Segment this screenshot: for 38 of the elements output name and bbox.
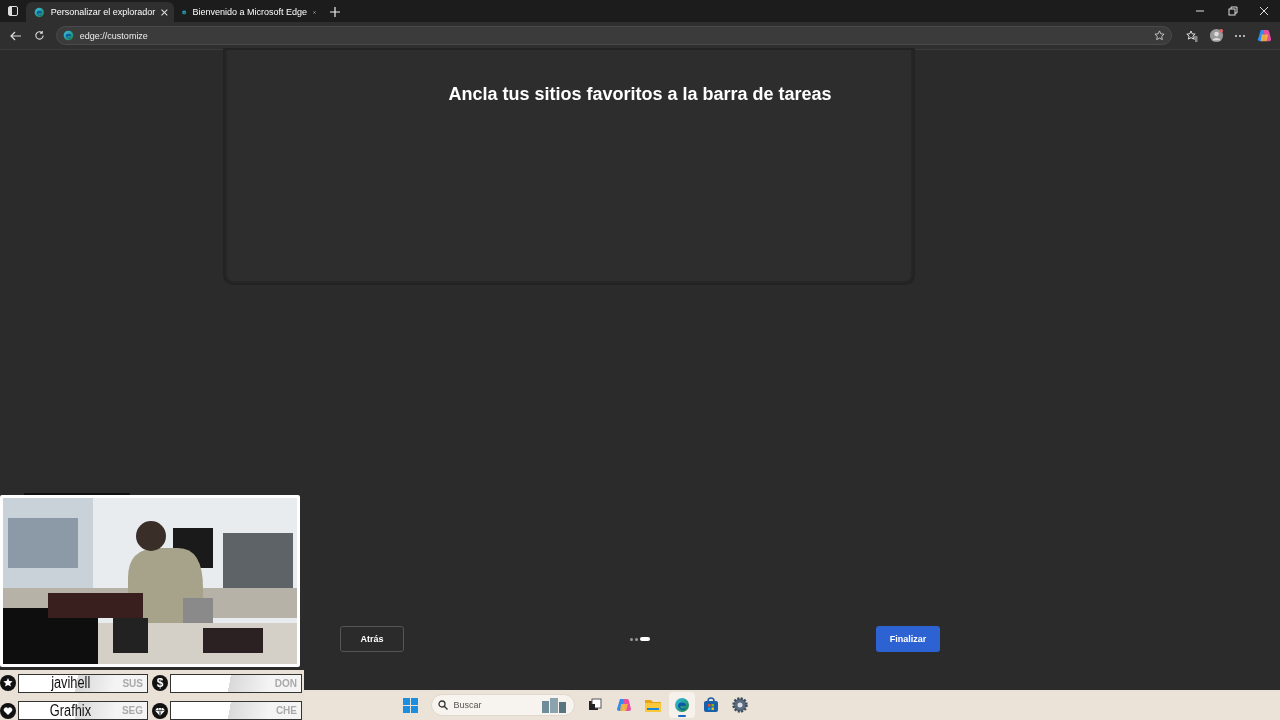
tab-actions-icon[interactable] <box>8 6 18 16</box>
more-options-icon[interactable] <box>1234 33 1247 38</box>
stat-label: SUS <box>122 677 143 689</box>
browser-tab[interactable]: Personalizar el explorador <box>26 2 174 22</box>
dollar-sign: $ <box>152 675 168 692</box>
viewer-name: Grafhix <box>49 701 92 719</box>
task-view-icon[interactable] <box>587 698 602 712</box>
edge-logo-icon <box>62 30 74 41</box>
new-tab-icon[interactable] <box>330 7 340 17</box>
folder-icon[interactable] <box>644 698 661 712</box>
profile-avatar-icon[interactable] <box>1208 28 1224 43</box>
windows-start-icon[interactable] <box>403 697 418 713</box>
page-heading: Ancla tus sitios favoritos a la barra de tareas <box>448 84 832 105</box>
favorites-icon[interactable] <box>1186 29 1199 42</box>
finish-button[interactable]: Finalizar <box>876 626 940 652</box>
star-outline-icon[interactable] <box>1154 30 1166 41</box>
settings-gear-icon[interactable] <box>731 697 748 713</box>
address-bar[interactable]: edge://customize <box>55 26 1173 45</box>
search-icon <box>437 700 448 710</box>
close-tab-icon[interactable] <box>161 8 168 16</box>
stat-label: DON <box>274 677 297 689</box>
back-arrow-icon[interactable] <box>9 30 22 41</box>
edge-logo-icon <box>34 6 45 18</box>
search-highlight-drawing <box>539 697 568 713</box>
refresh-icon[interactable] <box>34 30 46 41</box>
active-indicator <box>677 715 686 717</box>
back-button[interactable]: Atrás <box>340 626 404 652</box>
store-bag-icon[interactable] <box>702 697 719 713</box>
stat-label: SEG <box>121 705 143 717</box>
close-tab-icon[interactable] <box>313 8 316 16</box>
search-field[interactable]: Buscar <box>430 694 575 716</box>
edge-logo-icon <box>673 697 690 713</box>
taskbar-app-button[interactable] <box>668 692 695 718</box>
copilot-icon[interactable] <box>1256 28 1272 43</box>
viewer-name: javihell <box>51 674 91 692</box>
stat-label: CHE <box>275 705 297 717</box>
browser-tab[interactable]: Bienvenido a Microsoft Edge <box>174 2 322 22</box>
gem-icon <box>152 702 168 719</box>
